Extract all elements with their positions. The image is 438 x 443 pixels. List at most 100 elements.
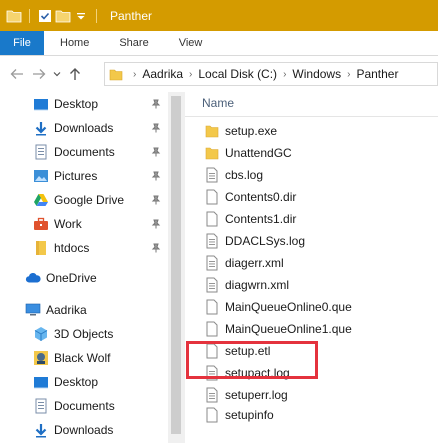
folder-icon[interactable] (6, 8, 22, 24)
up-arrow-icon[interactable] (64, 63, 86, 85)
tab-home[interactable]: Home (44, 31, 103, 55)
address-bar[interactable]: › Aadrika › Local Disk (C:) › Windows › … (104, 62, 438, 86)
file-name: MainQueueOnline0.que (225, 300, 352, 314)
list-item[interactable]: UnattendGC (185, 142, 438, 164)
file-name: cbs.log (225, 168, 264, 182)
nav-item-documents-pc[interactable]: Documents (0, 394, 170, 418)
toolbar-divider (29, 8, 30, 23)
recent-locations-chevron-icon[interactable] (50, 63, 64, 85)
desktop-icon (33, 374, 49, 390)
breadcrumb-local-disk[interactable]: Local Disk (C:) (198, 67, 277, 81)
title-bar: Panther (0, 0, 438, 31)
navigation-bar: › Aadrika › Local Disk (C:) › Windows › … (0, 56, 438, 92)
nav-item-downloads[interactable]: Downloads (0, 116, 170, 140)
nav-item-label: Downloads (54, 423, 114, 437)
nav-item-label: 3D Objects (54, 327, 114, 341)
pin-icon[interactable] (150, 194, 162, 206)
file-list: Name setup.exe UnattendGC cbs.log Conten… (185, 92, 438, 443)
text-file-icon (205, 167, 219, 183)
pin-icon[interactable] (150, 98, 162, 110)
nav-item-label: Aadrika (46, 303, 87, 317)
pin-icon[interactable] (150, 122, 162, 134)
folder-icon (33, 240, 49, 256)
file-name: setupinfo (225, 408, 274, 422)
file-icon (205, 211, 219, 227)
documents-icon (33, 144, 49, 160)
file-name: setuperr.log (225, 388, 288, 402)
list-item[interactable]: diagerr.xml (185, 252, 438, 274)
download-arrow-icon (33, 120, 49, 136)
nav-item-google-drive[interactable]: Google Drive (0, 188, 170, 212)
quick-access-toolbar (0, 8, 102, 24)
column-header-name[interactable]: Name (202, 96, 234, 110)
breadcrumb-separator-icon: › (283, 68, 287, 80)
tab-share[interactable]: Share (103, 31, 162, 55)
navigation-pane: Desktop Downloads Documents Pictures Goo… (0, 92, 170, 443)
tab-view[interactable]: View (163, 31, 217, 55)
cube-icon (33, 326, 49, 342)
nav-item-pictures[interactable]: Pictures (0, 164, 170, 188)
nav-item-this-pc[interactable]: Aadrika (0, 298, 170, 322)
nav-item-label: Documents (54, 399, 115, 413)
folder-icon (109, 68, 123, 81)
new-folder-icon[interactable] (55, 8, 71, 24)
briefcase-icon (33, 216, 49, 232)
pin-icon[interactable] (150, 218, 162, 230)
nav-item-label: Desktop (54, 375, 99, 389)
wolf-image-icon (33, 350, 49, 366)
pin-icon[interactable] (150, 242, 162, 254)
nav-item-documents[interactable]: Documents (0, 140, 170, 164)
list-item[interactable]: DDACLSys.log (185, 230, 438, 252)
navigation-pane-scrollbar[interactable] (168, 92, 185, 443)
customize-toolbar-chevron-icon[interactable] (73, 8, 89, 24)
breadcrumb-panther[interactable]: Panther (356, 67, 398, 81)
divider (185, 116, 438, 117)
list-item[interactable]: setupinfo (185, 404, 438, 426)
nav-item-desktop[interactable]: Desktop (0, 92, 170, 116)
list-item[interactable]: MainQueueOnline1.que (185, 318, 438, 340)
pin-icon[interactable] (150, 170, 162, 182)
breadcrumb-windows[interactable]: Windows (292, 67, 341, 81)
list-item[interactable]: setup.exe (185, 120, 438, 142)
file-name: diagerr.xml (225, 256, 284, 270)
computer-icon (25, 302, 41, 318)
list-item[interactable]: Contents1.dir (185, 208, 438, 230)
nav-item-downloads-pc[interactable]: Downloads (0, 418, 170, 442)
breadcrumb-separator-icon: › (189, 68, 193, 80)
nav-item-label: Pictures (54, 169, 98, 183)
list-item[interactable]: Contents0.dir (185, 186, 438, 208)
nav-item-label: Documents (54, 145, 115, 159)
back-arrow-icon[interactable] (6, 63, 28, 85)
forward-arrow-icon[interactable] (28, 63, 50, 85)
nav-item-3d-objects[interactable]: 3D Objects (0, 322, 170, 346)
list-item[interactable]: cbs.log (185, 164, 438, 186)
file-name: DDACLSys.log (225, 234, 306, 248)
file-icon (205, 189, 219, 205)
cloud-icon (25, 270, 41, 286)
file-name: setup.exe (225, 124, 278, 138)
xml-file-icon (205, 255, 219, 271)
file-icon (205, 321, 219, 337)
nav-item-htdocs[interactable]: htdocs (0, 236, 170, 260)
nav-item-label: htdocs (54, 241, 90, 255)
pin-icon[interactable] (150, 146, 162, 158)
scrollbar-thumb[interactable] (171, 96, 181, 434)
nav-item-work[interactable]: Work (0, 212, 170, 236)
xml-file-icon (205, 277, 219, 293)
breadcrumb-aadrika[interactable]: Aadrika (142, 67, 183, 81)
list-item[interactable]: diagwrn.xml (185, 274, 438, 296)
nav-item-desktop-pc[interactable]: Desktop (0, 370, 170, 394)
properties-icon[interactable] (37, 8, 53, 24)
file-name: Contents1.dir (225, 212, 297, 226)
desktop-icon (33, 96, 49, 112)
folder-icon (205, 145, 219, 161)
folder-icon (205, 123, 219, 139)
list-item[interactable]: MainQueueOnline0.que (185, 296, 438, 318)
highlight-box (186, 341, 318, 379)
nav-item-onedrive[interactable]: OneDrive (0, 266, 170, 290)
nav-item-label: Black Wolf (54, 351, 111, 365)
file-name: MainQueueOnline1.que (225, 322, 352, 336)
list-item[interactable]: setuperr.log (185, 384, 438, 406)
nav-item-black-wolf[interactable]: Black Wolf (0, 346, 170, 370)
tab-file[interactable]: File (0, 31, 44, 55)
